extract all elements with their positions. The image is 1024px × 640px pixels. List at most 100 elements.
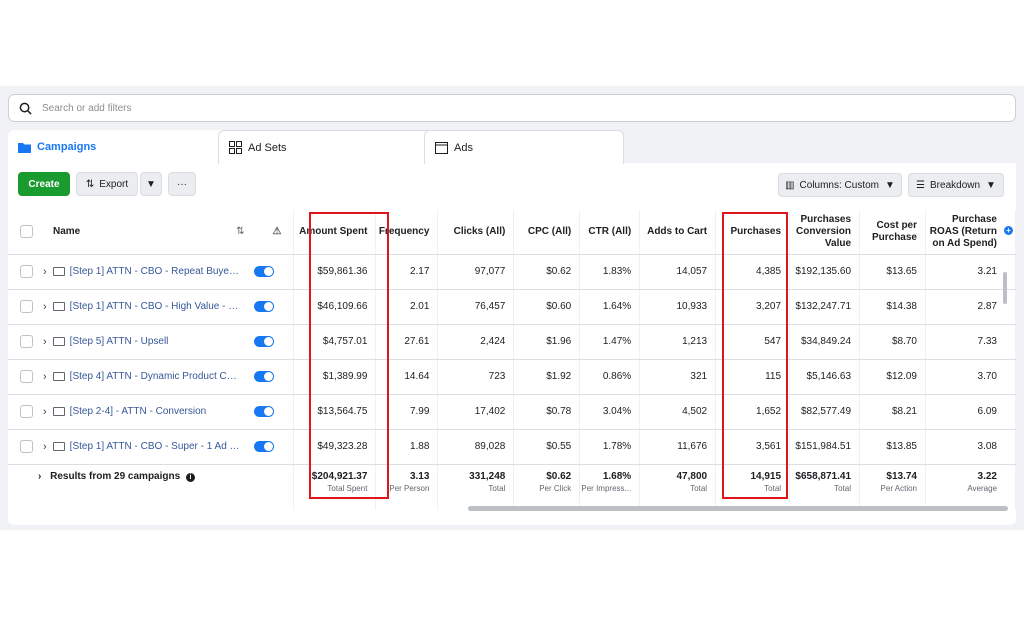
columns-label: Columns: Custom [799,179,879,191]
campaign-name-cell[interactable]: › [Step 5] ATTN - Upsell [8,324,295,360]
column-roas[interactable]: Purchase ROAS (Return on Ad Spend) + [925,210,1016,255]
column-amount-spent[interactable]: Amount Spent [293,210,377,255]
totals-row: › Results from 29 campaigns i $204,921.3… [8,464,1016,510]
cell-amount-spent: $1,389.99 [293,359,377,395]
select-all-checkbox[interactable] [20,225,33,239]
campaign-name-link[interactable]: [Step 4] ATTN - Dynamic Product Catal... [70,371,240,382]
cell-roas: 3.70 [925,359,1016,395]
tab-campaigns[interactable]: Campaigns [8,130,228,164]
cell-purchases: 3,561 [715,429,791,465]
cell-cpp: $13.85 [859,429,926,465]
cell-frequency: 2.01 [375,289,439,325]
more-button[interactable]: ··· [168,172,196,196]
folder-icon [52,442,65,451]
table-row[interactable]: › [Step 4] ATTN - Dynamic Product Catal..… [8,359,1016,395]
column-purchases-conversion-value[interactable]: Purchases Conversion Value [789,210,861,255]
campaign-toggle[interactable] [253,406,274,417]
cell-frequency: 27.61 [375,324,439,360]
totals-label-cell: › Results from 29 campaigns i [8,464,295,510]
breakdown-button[interactable]: ☰ Breakdown ▼ [908,173,1004,197]
horizontal-scrollbar[interactable] [468,506,1008,511]
campaign-name-cell[interactable]: › [Step 1] ATTN - CBO - High Value - 1 A.… [8,289,295,325]
table-row[interactable]: › [Step 1] ATTN - CBO - Repeat Buyers L..… [8,254,1016,290]
add-column-icon[interactable]: + [1004,226,1013,235]
cell-purchases: 3,207 [715,289,791,325]
export-dropdown-button[interactable]: ▼ [140,172,162,196]
campaign-name-cell[interactable]: › [Step 1] ATTN - CBO - Super - 1 Ad Set … [8,429,295,465]
column-ctr[interactable]: CTR (All) [579,210,641,255]
column-clicks[interactable]: Clicks (All) [437,210,515,255]
column-purchases[interactable]: Purchases [715,210,791,255]
chevron-right-icon[interactable]: › [43,266,47,278]
chevron-down-icon: ▼ [885,179,895,191]
search-input[interactable] [42,102,442,114]
total-purchases: 14,915 Total [715,464,791,510]
campaign-name-cell[interactable]: › [Step 2-4] - ATTN - Conversion [8,394,295,430]
sort-icon[interactable]: ⇅ [236,226,244,238]
cell-pcv: $151,984.51 [789,429,861,465]
table-header-row: Name ⇅ ⚠ Amount Spent Frequency Clicks (… [8,210,1016,255]
export-button[interactable]: ⇅ Export [76,172,138,196]
table-row[interactable]: › [Step 1] ATTN - CBO - High Value - 1 A.… [8,289,1016,325]
row-checkbox[interactable] [20,265,33,278]
campaign-name-link[interactable]: [Step 2-4] - ATTN - Conversion [70,406,240,417]
create-button[interactable]: Create [18,172,70,196]
chevron-right-icon[interactable]: › [43,441,47,453]
campaign-name-cell[interactable]: › [Step 1] ATTN - CBO - Repeat Buyers L..… [8,254,295,290]
cell-adds-to-cart: 4,502 [639,394,717,430]
cell-pcv: $5,146.63 [789,359,861,395]
table-row[interactable]: › [Step 1] ATTN - CBO - Super - 1 Ad Set … [8,429,1016,465]
chevron-right-icon[interactable]: › [43,301,47,313]
tab-ads[interactable]: Ads [424,130,624,164]
campaign-name-link[interactable]: [Step 5] ATTN - Upsell [70,336,240,347]
campaign-toggle[interactable] [253,301,274,312]
total-sub: Total [690,483,708,493]
row-checkbox[interactable] [20,405,33,418]
chevron-right-icon[interactable]: › [43,336,47,348]
column-cost-per-purchase[interactable]: Cost per Purchase [859,210,926,255]
total-sub: Average [967,483,997,493]
column-name-label: Name [53,225,81,237]
campaign-toggle[interactable] [253,441,274,452]
columns-button[interactable]: ▥ Columns: Custom ▼ [778,173,902,197]
chevron-right-icon[interactable]: › [43,371,47,383]
total-sub: Total [488,483,506,493]
cell-purchases: 547 [715,324,791,360]
column-adds-to-cart[interactable]: Adds to Cart [639,210,717,255]
total-sub: Per Person [389,483,430,493]
row-checkbox[interactable] [20,335,33,348]
row-checkbox[interactable] [20,300,33,313]
tab-ad-sets[interactable]: Ad Sets [218,130,438,164]
campaign-toggle[interactable] [253,336,274,347]
cell-cpc: $0.62 [513,254,581,290]
campaign-name-link[interactable]: [Step 1] ATTN - CBO - Super - 1 Ad Set .… [70,441,240,452]
vertical-scrollbar[interactable] [1003,272,1007,304]
column-cpc[interactable]: CPC (All) [513,210,581,255]
cell-pcv: $192,135.60 [789,254,861,290]
info-icon[interactable]: i [185,472,195,482]
column-frequency[interactable]: Frequency [375,210,439,255]
chevron-right-icon[interactable]: › [38,471,41,482]
cell-frequency: 7.99 [375,394,439,430]
folder-icon [52,302,65,311]
cell-frequency: 14.64 [375,359,439,395]
column-name[interactable]: Name ⇅ ⚠ [8,210,295,255]
row-checkbox[interactable] [20,440,33,453]
total-value: $13.74 [886,470,917,482]
table-row[interactable]: › [Step 5] ATTN - Upsell $4,757.01 27.61 2,4… [8,324,1016,360]
campaign-name-cell[interactable]: › [Step 4] ATTN - Dynamic Product Catal..… [8,359,295,395]
campaign-toggle[interactable] [253,371,274,382]
cell-amount-spent: $4,757.01 [293,324,377,360]
campaign-toggle[interactable] [253,266,274,277]
table-row[interactable]: › [Step 2-4] - ATTN - Conversion $13,564.7… [8,394,1016,430]
total-sub: Per Click [539,483,572,493]
campaign-name-link[interactable]: [Step 1] ATTN - CBO - Repeat Buyers L... [70,266,240,277]
cell-ctr: 1.83% [579,254,641,290]
tab-label: Ads [454,141,473,154]
row-checkbox[interactable] [20,370,33,383]
cell-cpc: $0.60 [513,289,581,325]
cell-clicks: 723 [437,359,515,395]
campaign-name-link[interactable]: [Step 1] ATTN - CBO - High Value - 1 A..… [70,301,240,312]
search-bar[interactable] [8,94,1016,122]
chevron-right-icon[interactable]: › [43,406,47,418]
